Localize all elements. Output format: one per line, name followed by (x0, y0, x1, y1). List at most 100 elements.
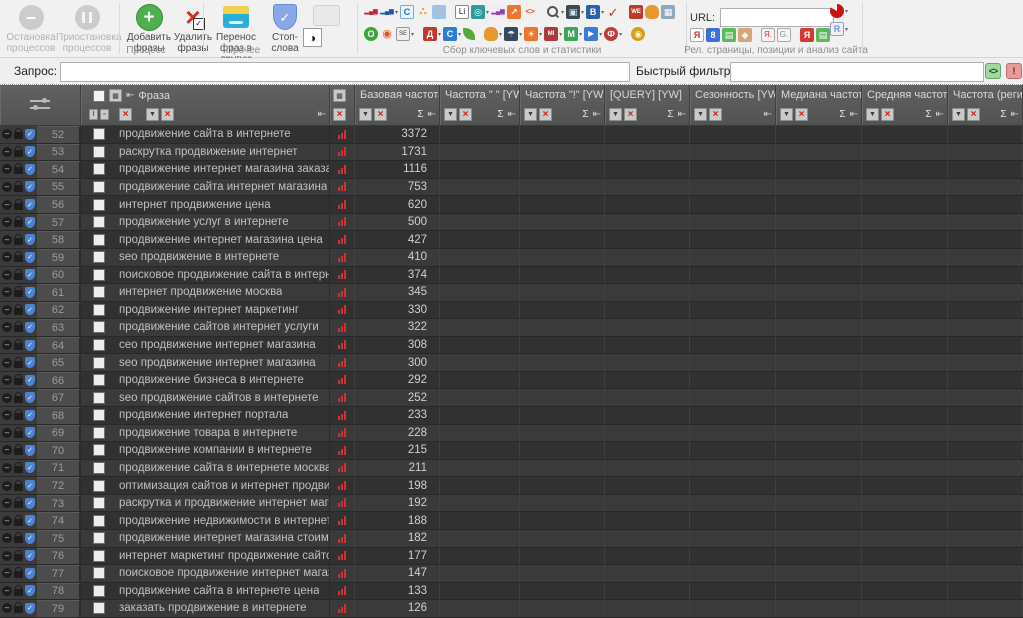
dropdown-arrow[interactable]: ▾ (599, 31, 602, 38)
dropdown-arrow[interactable]: ▾ (438, 31, 441, 38)
chart-cell[interactable] (330, 494, 355, 512)
row-number[interactable]: 56 (37, 196, 81, 213)
shield-icon[interactable]: ✓ (25, 602, 35, 614)
row-checkbox[interactable] (93, 286, 105, 299)
export-green-icon[interactable]: ▤ (722, 28, 736, 42)
pin-icon[interactable]: ⇤ (428, 109, 436, 120)
row-expand-icon[interactable]: – (2, 550, 12, 561)
dropdown-arrow[interactable]: ▾ (539, 31, 542, 38)
search-icon[interactable] (546, 5, 560, 19)
chart-cell[interactable] (330, 161, 355, 178)
shield-icon[interactable]: ✓ (25, 392, 35, 404)
chart-cell[interactable] (330, 547, 355, 565)
blue-bars-chart-icon[interactable]: ▂▄▆ (380, 5, 394, 19)
lock-icon[interactable] (14, 286, 23, 298)
row-number[interactable]: 66 (37, 371, 81, 389)
column-header[interactable]: [QUERY] [YW] ▼ × Σ ⇤ (605, 85, 690, 125)
lock-icon[interactable] (14, 198, 23, 210)
dropdown-arrow[interactable]: ▾ (499, 31, 502, 38)
invert-selection-icon[interactable]: I (89, 109, 98, 120)
hand-icon[interactable] (645, 5, 660, 19)
chart-cell[interactable] (330, 442, 355, 459)
liveinternet-icon[interactable]: Li (455, 5, 470, 19)
row-number[interactable]: 64 (37, 336, 81, 354)
error-filter-button[interactable]: ! (1006, 63, 1022, 79)
lock-icon[interactable] (14, 461, 23, 473)
filter-clear-icon[interactable]: × (624, 108, 637, 121)
lock-icon[interactable] (14, 479, 23, 491)
chart-cell[interactable] (330, 231, 355, 248)
flame-icon[interactable]: ◉ (380, 27, 394, 41)
row-expand-icon[interactable]: – (2, 445, 12, 456)
filter-edit-icon[interactable]: ▼ (952, 108, 965, 121)
shield-icon[interactable]: ✓ (25, 163, 35, 175)
purple-chart-icon[interactable]: ▂▄▆ (491, 5, 506, 19)
sum-icon[interactable]: Σ (582, 109, 588, 120)
chart-cell[interactable] (330, 389, 355, 406)
r-icon[interactable]: R (830, 22, 844, 36)
row-expand-icon[interactable]: – (2, 515, 12, 526)
lock-icon[interactable] (14, 426, 23, 438)
shield-icon[interactable]: ✓ (25, 304, 35, 316)
filter-clear-icon[interactable]: × (967, 108, 980, 121)
shield-icon[interactable]: ✓ (25, 497, 35, 509)
row-expand-icon[interactable]: – (2, 164, 12, 175)
select-all-checkbox[interactable] (93, 89, 105, 102)
phrase-cell[interactable]: поисковое продвижение интернет магаз (81, 565, 330, 582)
row-number[interactable]: 68 (37, 407, 81, 424)
chart-cell[interactable] (330, 301, 355, 319)
lock-icon[interactable] (14, 145, 23, 157)
row-checkbox[interactable] (93, 145, 105, 158)
pin-icon[interactable]: ⇤ (508, 109, 516, 120)
clear-selection-icon[interactable]: ▫ (100, 109, 109, 120)
row-expand-icon[interactable]: – (2, 392, 12, 403)
shield-icon[interactable]: ✓ (25, 532, 35, 544)
row-number[interactable]: 73 (37, 494, 81, 512)
row-checkbox[interactable] (93, 216, 105, 229)
row-checkbox[interactable] (93, 356, 105, 369)
row-expand-icon[interactable]: – (2, 217, 12, 228)
phrase-cell[interactable]: продвижение интернет портала (81, 407, 330, 424)
row-checkbox[interactable] (93, 198, 105, 211)
phrase-cell[interactable]: продвижение сайта в интернете цена (81, 582, 330, 600)
row-checkbox[interactable] (93, 461, 105, 474)
pin-icon[interactable]: ⇤ (936, 109, 944, 120)
quick-filter-input[interactable] (730, 62, 984, 82)
chart-cell[interactable] (330, 319, 355, 336)
row-checkbox[interactable] (93, 251, 105, 264)
row-checkbox[interactable] (93, 549, 105, 562)
phrase-cell[interactable]: интернет продвижение москва (81, 284, 330, 301)
red-bars-chart-icon[interactable]: ▂▄▆ (364, 5, 378, 19)
column-header[interactable]: Сезонность [YW ▼ × ⇤ (690, 85, 776, 125)
dropdown-arrow[interactable]: ▾ (559, 31, 562, 38)
lock-icon[interactable] (14, 514, 23, 526)
lock-icon[interactable] (14, 409, 23, 421)
code-icon[interactable]: <> (523, 5, 537, 19)
row-expand-icon[interactable]: – (2, 410, 12, 421)
lock-icon[interactable] (14, 128, 23, 140)
direct-icon[interactable]: Д (423, 27, 438, 41)
pause-processes-button[interactable]: Приостановка процессов (56, 3, 121, 54)
row-checkbox[interactable] (93, 339, 105, 352)
row-checkbox[interactable] (93, 532, 105, 545)
row-expand-icon[interactable]: – (2, 199, 12, 210)
column-header[interactable]: Частота (регион ▼× Σ ⇤ (948, 85, 1023, 125)
phrase-cell[interactable]: продвижение услуг в интернете (81, 213, 330, 231)
lock-icon[interactable] (14, 497, 23, 509)
filter-clear-icon[interactable]: × (333, 108, 346, 121)
shield-icon[interactable]: ✓ (25, 357, 35, 369)
shield-icon[interactable]: ✓ (25, 585, 35, 597)
lock-icon[interactable] (14, 549, 23, 561)
stop-words-button[interactable]: ✓ Стоп-слова (262, 3, 308, 54)
dropdown-arrow[interactable]: ▾ (486, 9, 489, 16)
bing-icon[interactable]: B (586, 5, 601, 19)
phrase-cell[interactable]: продвижение сайта в интернете москва (81, 459, 330, 477)
corner-header-cell[interactable] (0, 85, 81, 125)
mi-icon[interactable]: MI (544, 27, 559, 41)
filter-edit-icon[interactable]: ▼ (609, 108, 622, 121)
yandex-analysis-icon[interactable]: Я (800, 28, 814, 42)
shield-icon[interactable]: ✓ (25, 199, 35, 211)
lock-icon[interactable] (14, 532, 23, 544)
row-expand-icon[interactable]: – (2, 533, 12, 544)
row-number[interactable]: 57 (37, 213, 81, 231)
